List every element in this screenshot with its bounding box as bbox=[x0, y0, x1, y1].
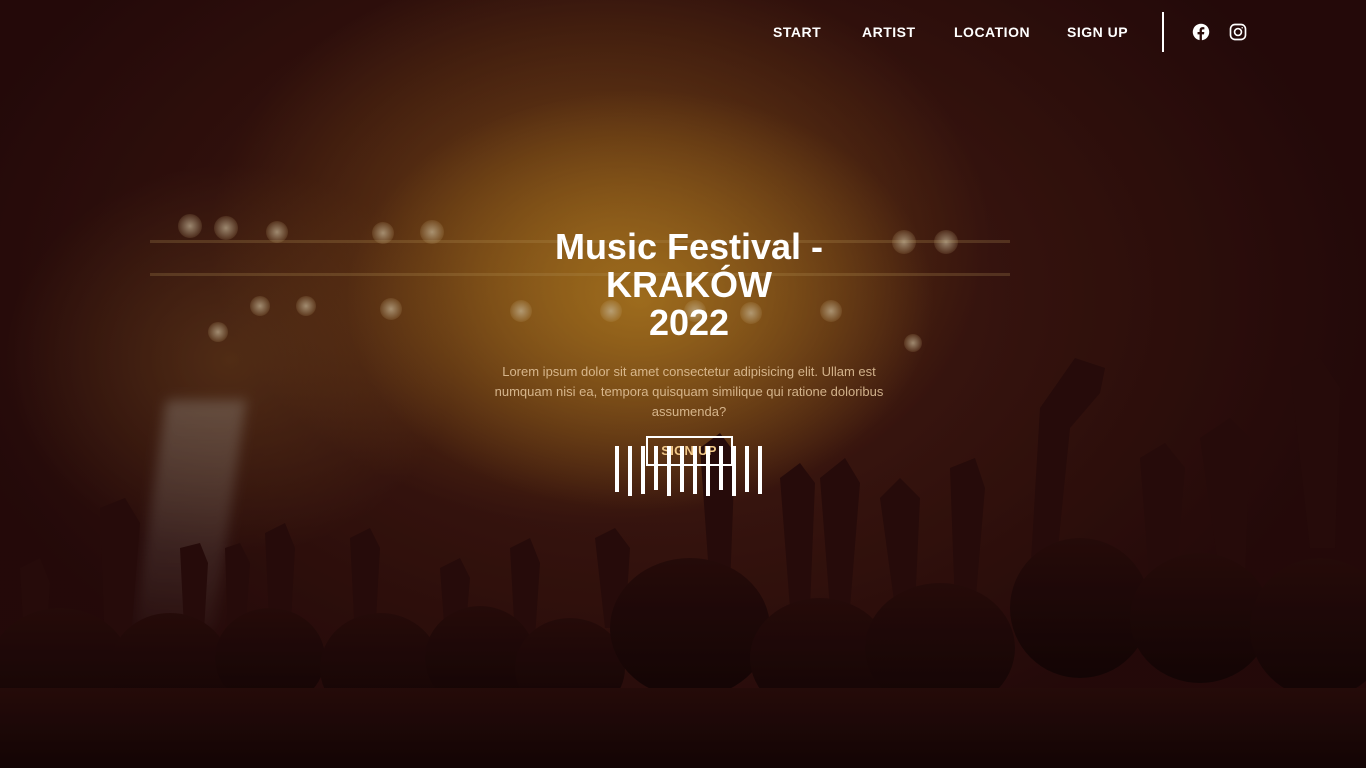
equalizer-bar bbox=[693, 446, 697, 494]
equalizer-bar bbox=[758, 446, 762, 494]
equalizer-bar bbox=[680, 446, 684, 492]
nav-link-sign-up[interactable]: SIGN UP bbox=[1067, 24, 1128, 40]
equalizer-bar bbox=[706, 446, 710, 496]
hero-section: Music Festival - KRAKÓW 2022 Lorem ipsum… bbox=[483, 228, 895, 466]
equalizer-bar bbox=[732, 446, 736, 496]
top-navbar: START ARTIST LOCATION SIGN UP bbox=[0, 0, 1366, 64]
equalizer-bar bbox=[615, 446, 619, 492]
nav-link-location[interactable]: LOCATION bbox=[954, 24, 1030, 40]
equalizer-bar bbox=[628, 446, 632, 496]
hero-title-line2: 2022 bbox=[648, 302, 730, 343]
instagram-icon[interactable] bbox=[1229, 23, 1247, 41]
facebook-icon[interactable] bbox=[1192, 23, 1210, 41]
hero-title: Music Festival - KRAKÓW 2022 bbox=[483, 228, 895, 342]
equalizer-icon bbox=[615, 446, 765, 498]
hero-title-line1: Music Festival - KRAKÓW bbox=[554, 226, 824, 305]
equalizer-bar bbox=[745, 446, 749, 492]
nav-link-start[interactable]: START bbox=[773, 24, 821, 40]
hero-description: Lorem ipsum dolor sit amet consectetur a… bbox=[494, 364, 884, 419]
equalizer-bar bbox=[667, 446, 671, 496]
nav-divider bbox=[1162, 12, 1164, 52]
equalizer-bar bbox=[641, 446, 645, 494]
equalizer-bar bbox=[654, 446, 658, 490]
nav-link-artist[interactable]: ARTIST bbox=[862, 24, 916, 40]
equalizer-bar bbox=[719, 446, 723, 490]
